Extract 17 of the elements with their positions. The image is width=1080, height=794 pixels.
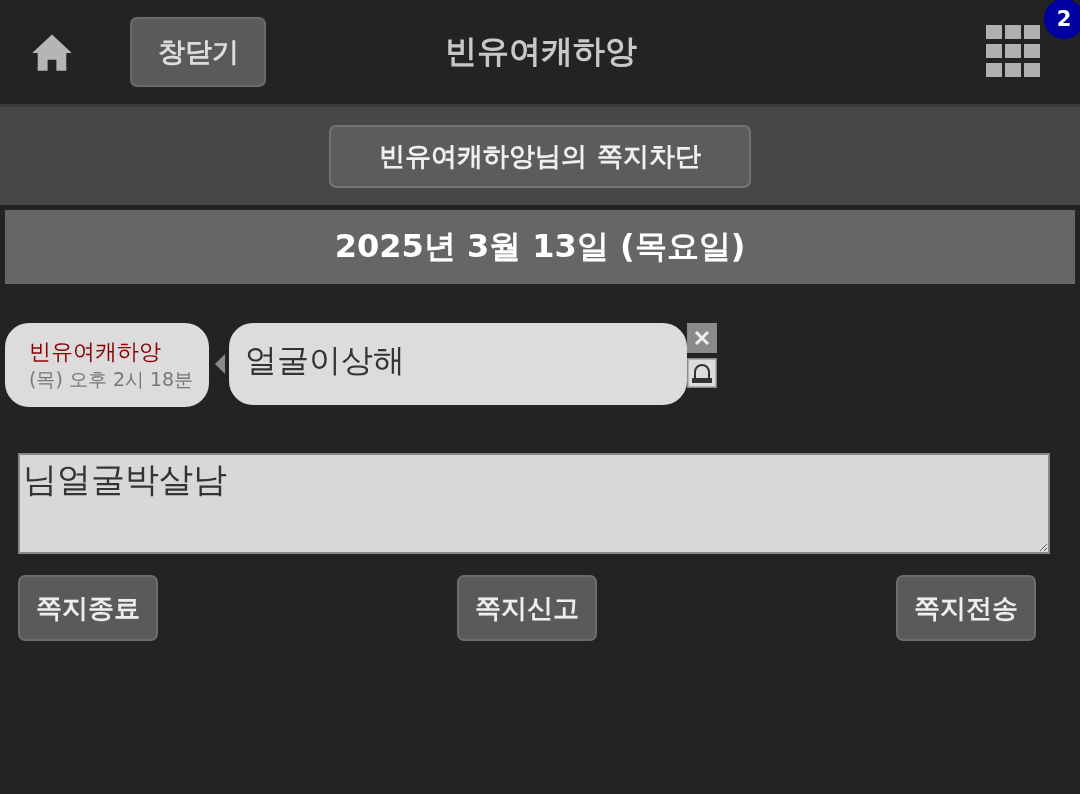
apps-grid-icon[interactable]: [986, 25, 1040, 79]
action-button[interactable]: 쪽지신고: [457, 575, 597, 641]
date-header: 2025년 3월 13일 (목요일): [5, 210, 1075, 284]
message-bubble: 얼굴이상해: [229, 323, 687, 405]
delete-icon[interactable]: [687, 323, 717, 353]
action-button[interactable]: 쪽지전송: [896, 575, 1036, 641]
notification-badge: 2: [1044, 0, 1080, 39]
bell-icon[interactable]: [687, 358, 717, 388]
action-button[interactable]: 쪽지종료: [18, 575, 158, 641]
sender-name: 빈유여캐하앙: [29, 338, 162, 366]
bubble-pointer-icon: [215, 354, 225, 374]
block-messages-button[interactable]: 빈유여캐하앙님의 쪽지차단: [329, 124, 751, 188]
page-title: 빈유여캐하앙: [444, 31, 638, 72]
message-input-field[interactable]: 님얼굴박살남: [18, 453, 1050, 554]
message-time: (목) 오후 2시 18분: [29, 367, 195, 392]
home-icon[interactable]: [30, 32, 74, 72]
close-window-button[interactable]: 창닫기: [130, 17, 266, 87]
